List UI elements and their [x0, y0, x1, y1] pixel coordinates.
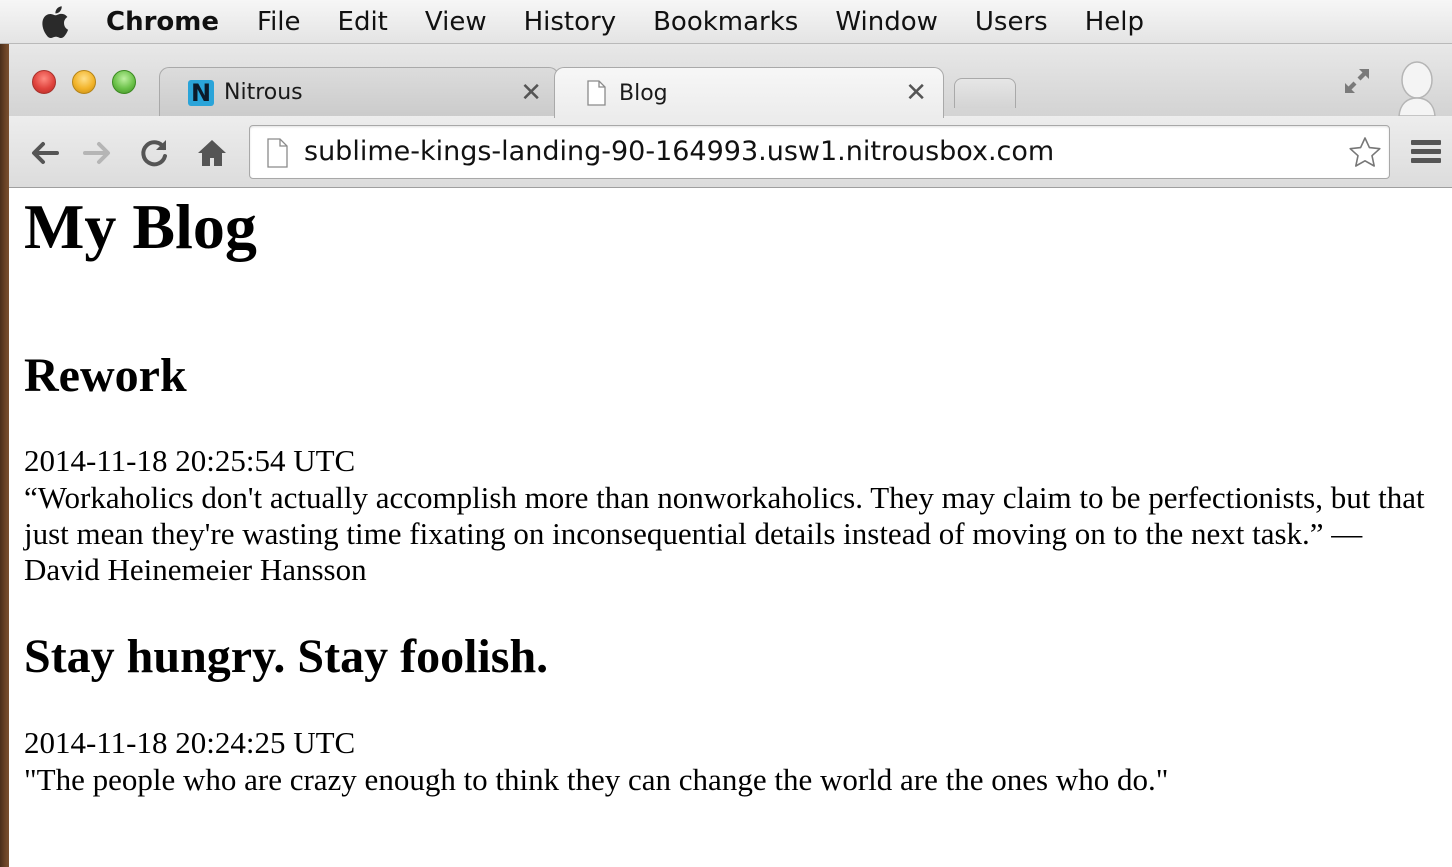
- menu-bookmarks[interactable]: Bookmarks: [653, 7, 798, 37]
- page-favicon-icon: [587, 80, 606, 106]
- tab-title: Nitrous: [224, 80, 303, 105]
- desktop-background: [0, 44, 9, 867]
- apple-icon[interactable]: [38, 5, 76, 39]
- post-body: “Workaholics don't actually accomplish m…: [24, 480, 1425, 587]
- menu-bar: Chrome File Edit View History Bookmarks …: [0, 0, 1452, 44]
- new-tab-button[interactable]: [954, 78, 1016, 108]
- profile-avatar-icon[interactable]: [1395, 58, 1439, 116]
- menu-users[interactable]: Users: [975, 7, 1048, 37]
- page-title: My Blog: [24, 191, 257, 262]
- post-title: Stay hungry. Stay foolish.: [24, 630, 549, 683]
- nitrous-favicon-icon: [188, 79, 214, 106]
- tab-title: Blog: [619, 80, 668, 106]
- tab-strip: Nitrous ✕ Blog ✕: [9, 44, 1452, 118]
- menu-app-chrome[interactable]: Chrome: [106, 7, 219, 37]
- page-content: My Blog Rework 2014-11-18 20:25:54 UTC “…: [9, 145, 1452, 867]
- fullscreen-icon[interactable]: [1342, 66, 1372, 96]
- menu-window[interactable]: Window: [835, 7, 938, 37]
- window-minimize-button[interactable]: [72, 70, 96, 94]
- tab-close-icon[interactable]: ✕: [520, 78, 542, 108]
- tab-close-icon[interactable]: ✕: [905, 80, 927, 106]
- post-date: 2014-11-18 20:24:25 UTC: [24, 725, 356, 760]
- menu-help[interactable]: Help: [1085, 7, 1144, 37]
- menu-edit[interactable]: Edit: [338, 7, 388, 37]
- window-zoom-button[interactable]: [112, 70, 136, 94]
- menu-view[interactable]: View: [425, 7, 487, 37]
- post-body: "The people who are crazy enough to thin…: [24, 762, 1169, 797]
- post-title: Rework: [24, 349, 187, 402]
- menu-file[interactable]: File: [257, 7, 301, 37]
- menu-history[interactable]: History: [524, 7, 617, 37]
- post-date: 2014-11-18 20:25:54 UTC: [24, 443, 356, 478]
- tab-blog[interactable]: Blog ✕: [554, 67, 944, 118]
- tab-nitrous[interactable]: Nitrous ✕: [159, 67, 559, 117]
- window-close-button[interactable]: [32, 70, 56, 94]
